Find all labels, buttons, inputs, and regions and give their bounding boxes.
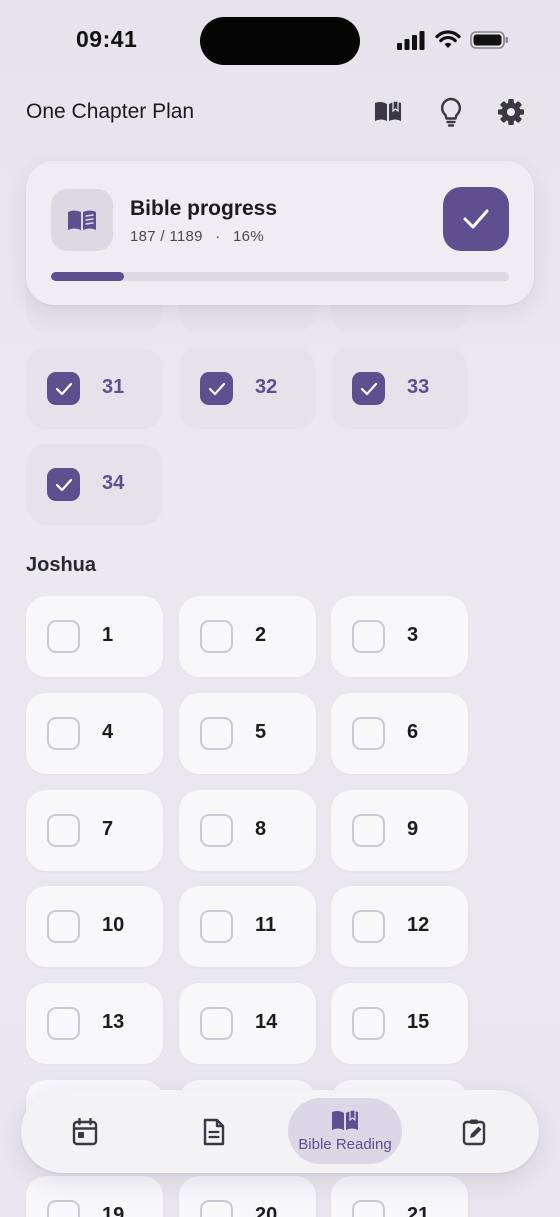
chapter-checkbox[interactable] bbox=[352, 717, 385, 750]
chapter-checkbox[interactable] bbox=[352, 620, 385, 653]
progress-separator: · bbox=[215, 228, 221, 245]
calendar-icon bbox=[72, 1117, 98, 1145]
tab-document[interactable] bbox=[184, 1090, 244, 1173]
chapter-tile[interactable]: 4 bbox=[26, 693, 163, 774]
check-icon bbox=[208, 382, 225, 395]
chapter-checkbox[interactable] bbox=[47, 814, 80, 847]
chapter-number: 11 bbox=[255, 914, 277, 936]
tab-notes[interactable] bbox=[445, 1090, 505, 1173]
chapter-number: 14 bbox=[255, 1011, 278, 1033]
chapter-checkbox[interactable] bbox=[47, 468, 80, 501]
chapter-checkbox[interactable] bbox=[352, 372, 385, 405]
chapter-number: 15 bbox=[407, 1011, 430, 1033]
book-icon-container bbox=[51, 189, 113, 251]
progress-subtitle: 187 / 1189 · 16% bbox=[130, 228, 264, 245]
chapter-tile[interactable]: 7 bbox=[26, 790, 163, 871]
checkmark-icon bbox=[463, 209, 489, 229]
chapter-tile[interactable]: 6 bbox=[331, 693, 468, 774]
chapter-checkbox[interactable] bbox=[47, 717, 80, 750]
chapter-checkbox[interactable] bbox=[47, 372, 80, 405]
tab-bar: Bible Reading bbox=[21, 1090, 539, 1173]
chapter-checkbox[interactable] bbox=[352, 910, 385, 943]
chapter-tile[interactable]: 31 bbox=[26, 348, 163, 429]
chapter-checkbox[interactable] bbox=[352, 814, 385, 847]
chapter-checkbox[interactable] bbox=[352, 1200, 385, 1217]
progress-title: Bible progress bbox=[130, 197, 278, 220]
chapter-number: 1 bbox=[102, 624, 114, 646]
chapter-checkbox[interactable] bbox=[47, 1200, 80, 1217]
chapter-tile[interactable]: 1 bbox=[26, 596, 163, 677]
chapter-tile[interactable]: 10 bbox=[26, 886, 163, 967]
chapter-checkbox[interactable] bbox=[200, 620, 233, 653]
chapter-number: 10 bbox=[102, 914, 125, 936]
chapter-checkbox[interactable] bbox=[200, 717, 233, 750]
chapter-checkbox[interactable] bbox=[47, 1007, 80, 1040]
open-book-icon bbox=[332, 1110, 358, 1130]
progress-bar-fill bbox=[51, 272, 125, 281]
chapter-number: 4 bbox=[102, 721, 114, 743]
check-icon bbox=[360, 382, 377, 395]
book-section-title: Joshua bbox=[26, 554, 97, 576]
chapter-tile[interactable]: 20 bbox=[179, 1176, 316, 1217]
chapter-number: 33 bbox=[407, 376, 430, 398]
chapter-checkbox[interactable] bbox=[200, 1007, 233, 1040]
tab-calendar[interactable] bbox=[55, 1090, 115, 1173]
edit-note-icon bbox=[462, 1119, 486, 1145]
chapter-tile[interactable]: 33 bbox=[331, 348, 468, 429]
chapter-checkbox[interactable] bbox=[352, 1007, 385, 1040]
chapter-checkbox[interactable] bbox=[200, 910, 233, 943]
chapter-number: 9 bbox=[407, 818, 419, 840]
chapter-tile[interactable]: 34 bbox=[26, 444, 163, 525]
chapter-number: 19 bbox=[102, 1204, 125, 1217]
chapter-tile[interactable]: 11 bbox=[179, 886, 316, 967]
chapter-tile[interactable]: 15 bbox=[331, 983, 468, 1064]
chapter-number: 31 bbox=[102, 376, 125, 398]
chapter-checkbox[interactable] bbox=[200, 1200, 233, 1217]
chapter-number: 32 bbox=[255, 376, 278, 398]
chapter-tile[interactable]: 21 bbox=[331, 1176, 468, 1217]
check-icon bbox=[55, 382, 72, 395]
chapter-checkbox[interactable] bbox=[200, 372, 233, 405]
chapter-number: 7 bbox=[102, 818, 114, 840]
chapter-tile[interactable]: 32 bbox=[179, 348, 316, 429]
chapter-checkbox[interactable] bbox=[47, 620, 80, 653]
chapter-tile[interactable]: 5 bbox=[179, 693, 316, 774]
progress-percent: 16% bbox=[233, 228, 264, 245]
chapter-tile[interactable]: 14 bbox=[179, 983, 316, 1064]
chapter-number: 34 bbox=[102, 472, 125, 494]
chapter-tile[interactable]: 8 bbox=[179, 790, 316, 871]
chapter-checkbox[interactable] bbox=[200, 814, 233, 847]
chapter-tile[interactable]: 13 bbox=[26, 983, 163, 1064]
tab-label: Bible Reading bbox=[298, 1136, 392, 1153]
progress-bar bbox=[51, 272, 509, 281]
chapter-number: 2 bbox=[255, 624, 267, 646]
chapter-tile[interactable]: 19 bbox=[26, 1176, 163, 1217]
bible-progress-card: Bible progress 187 / 1189 · 16% bbox=[26, 161, 534, 305]
chapter-number: 3 bbox=[407, 624, 419, 646]
mark-read-button[interactable] bbox=[443, 187, 509, 251]
chapter-number: 13 bbox=[102, 1011, 125, 1033]
book-icon bbox=[68, 210, 96, 230]
chapter-tile[interactable]: 12 bbox=[331, 886, 468, 967]
chapter-number: 5 bbox=[255, 721, 267, 743]
chapter-checkbox[interactable] bbox=[47, 910, 80, 943]
chapter-number: 21 bbox=[407, 1204, 430, 1217]
chapter-tile[interactable]: 2 bbox=[179, 596, 316, 677]
check-icon bbox=[55, 478, 72, 491]
document-icon bbox=[203, 1118, 225, 1145]
chapter-number: 12 bbox=[407, 914, 430, 936]
chapter-tile[interactable]: 3 bbox=[331, 596, 468, 677]
tab-bible-reading[interactable]: Bible Reading bbox=[288, 1098, 402, 1164]
chapter-number: 6 bbox=[407, 721, 419, 743]
chapter-number: 20 bbox=[255, 1204, 278, 1217]
chapter-tile[interactable]: 9 bbox=[331, 790, 468, 871]
progress-count: 187 / 1189 bbox=[130, 228, 203, 245]
chapter-number: 8 bbox=[255, 818, 267, 840]
